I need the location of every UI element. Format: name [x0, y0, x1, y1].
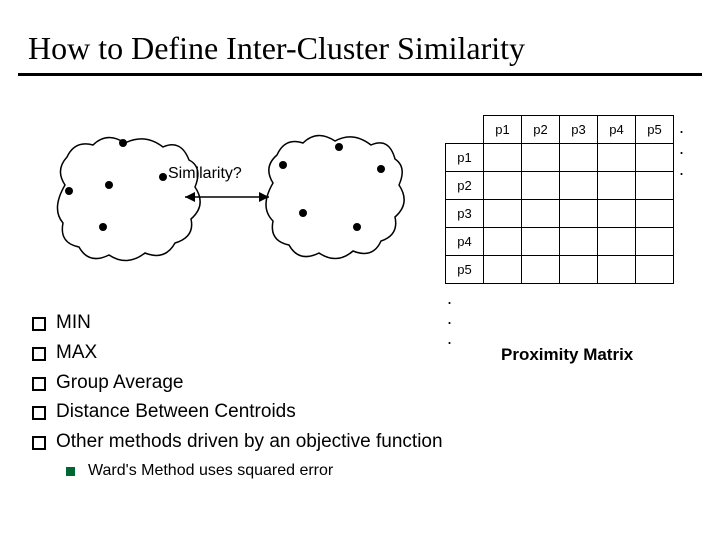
sub-bullet-item: Ward's Method uses squared error	[64, 462, 508, 480]
matrix-cell	[598, 200, 636, 228]
cluster-b-point	[299, 209, 307, 217]
title-rule	[18, 73, 702, 76]
matrix-col-header: p4	[598, 116, 636, 144]
slide-title: How to Define Inter-Cluster Similarity	[0, 0, 720, 73]
matrix-cell	[484, 256, 522, 284]
matrix-cell	[636, 200, 674, 228]
cluster-diagram: Similarity?	[45, 125, 405, 295]
matrix-row-header: p3	[446, 200, 484, 228]
cluster-b-point	[279, 161, 287, 169]
matrix-cell	[522, 200, 560, 228]
cluster-a-point	[159, 173, 167, 181]
bullet-item: Group Average	[28, 371, 508, 395]
matrix-cell	[484, 172, 522, 200]
bullet-list: MIN MAX Group Average Distance Between C…	[28, 305, 508, 480]
matrix-cell	[484, 228, 522, 256]
bullet-item: MAX	[28, 341, 508, 365]
matrix-caption: Proximity Matrix	[501, 345, 633, 365]
matrix-cell	[484, 144, 522, 172]
matrix-cell	[636, 256, 674, 284]
matrix-col-ellipsis: . . .	[679, 117, 705, 180]
cluster-a-point	[119, 139, 127, 147]
similarity-arrow-left	[185, 192, 195, 202]
cluster-b-point	[377, 165, 385, 173]
matrix-row-header: p4	[446, 228, 484, 256]
matrix-cell	[636, 172, 674, 200]
matrix-cell	[484, 200, 522, 228]
cluster-a-outline	[57, 137, 200, 260]
cluster-a-point	[99, 223, 107, 231]
matrix-col-header: p3	[560, 116, 598, 144]
matrix-corner	[446, 116, 484, 144]
cluster-b-outline	[266, 135, 404, 258]
bullet-item: Other methods driven by an objective fun…	[28, 430, 508, 454]
matrix-cell	[522, 256, 560, 284]
matrix-cell	[560, 256, 598, 284]
similarity-label: Similarity?	[168, 165, 242, 183]
matrix-col-header: p5	[636, 116, 674, 144]
matrix-cell	[598, 172, 636, 200]
matrix-col-header: p2	[522, 116, 560, 144]
matrix-row-header: p2	[446, 172, 484, 200]
proximity-matrix: p1 p2 p3 p4 p5 p1 p2 p3 p4	[445, 115, 705, 284]
matrix-cell	[560, 228, 598, 256]
bullet-item: MIN	[28, 311, 508, 335]
matrix-cell	[598, 256, 636, 284]
matrix-cell	[522, 228, 560, 256]
matrix-col-header: p1	[484, 116, 522, 144]
matrix-row-header: p1	[446, 144, 484, 172]
matrix-cell	[560, 172, 598, 200]
matrix-cell	[598, 144, 636, 172]
proximity-table: p1 p2 p3 p4 p5 p1 p2 p3 p4	[445, 115, 674, 284]
matrix-cell	[560, 144, 598, 172]
cluster-a-point	[105, 181, 113, 189]
cluster-b-point	[335, 143, 343, 151]
matrix-cell	[522, 144, 560, 172]
bullet-item: Distance Between Centroids	[28, 400, 508, 424]
matrix-cell	[636, 228, 674, 256]
matrix-cell	[598, 228, 636, 256]
cluster-svg	[45, 125, 405, 295]
matrix-cell	[560, 200, 598, 228]
sub-bullet-list: Ward's Method uses squared error	[64, 462, 508, 480]
matrix-cell	[636, 144, 674, 172]
matrix-cell	[522, 172, 560, 200]
cluster-b-point	[353, 223, 361, 231]
cluster-a-point	[65, 187, 73, 195]
upper-region: Similarity? p1 p2 p3 p4 p5 p1 p2 p3	[45, 115, 675, 310]
matrix-row-header: p5	[446, 256, 484, 284]
